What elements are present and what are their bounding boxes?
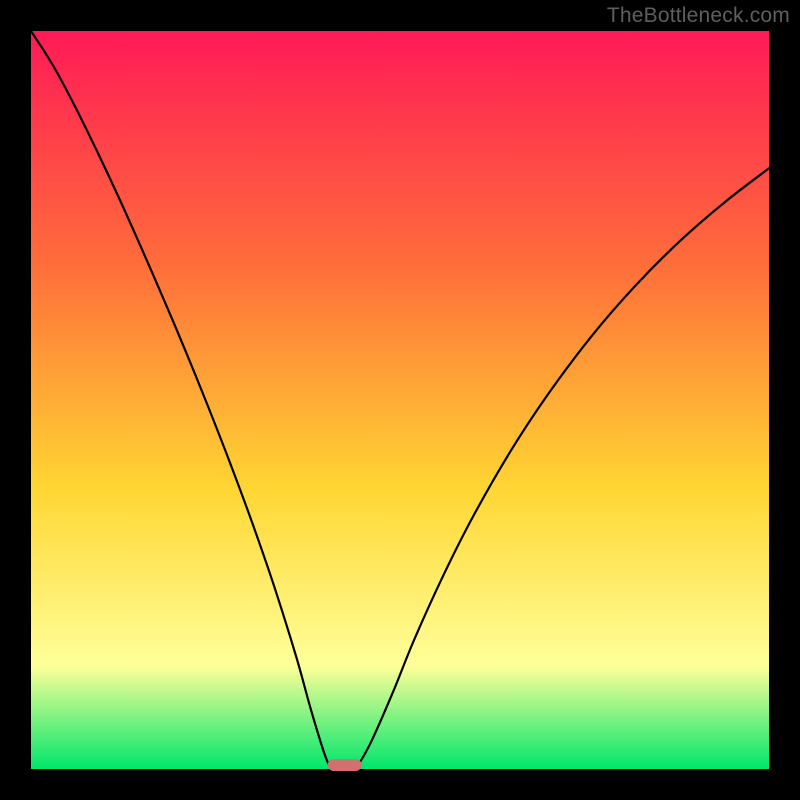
chart-frame: TheBottleneck.com [0,0,800,800]
bottleneck-chart [0,0,800,800]
plot-background [31,31,769,769]
minimum-marker [328,759,362,771]
watermark-text: TheBottleneck.com [607,4,790,28]
